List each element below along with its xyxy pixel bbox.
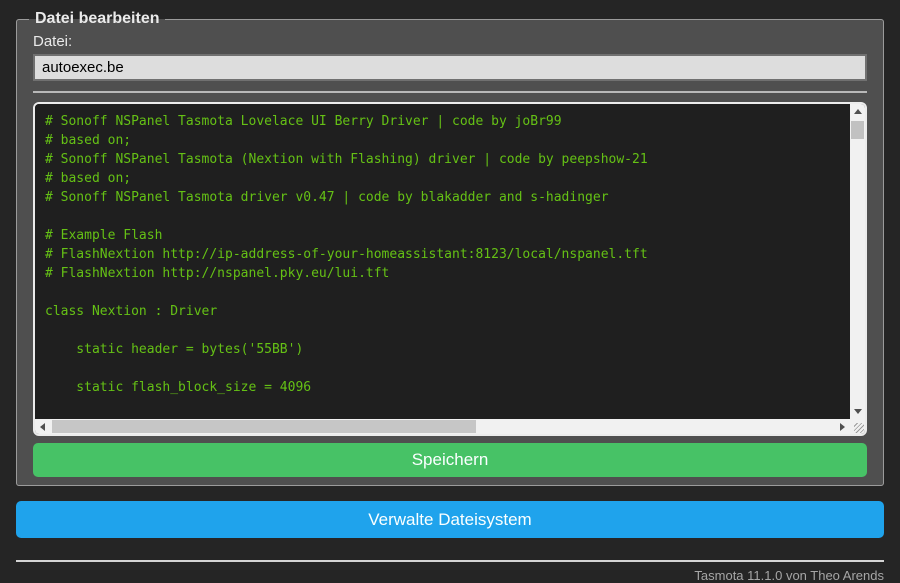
footer-version-text: Tasmota 11.1.0 von Theo Arends bbox=[694, 568, 884, 583]
horizontal-scrollbar[interactable] bbox=[35, 419, 850, 434]
triangle-right-icon bbox=[840, 422, 845, 431]
triangle-up-icon bbox=[853, 109, 862, 114]
scroll-up-arrow-icon[interactable] bbox=[850, 104, 865, 119]
file-edit-fieldset: Datei bearbeiten Datei: # Sonoff NSPanel… bbox=[16, 10, 884, 486]
file-content-textarea[interactable]: # Sonoff NSPanel Tasmota Lovelace UI Ber… bbox=[35, 104, 850, 419]
file-name-label: Datei: bbox=[33, 33, 73, 50]
vertical-scrollbar[interactable] bbox=[850, 104, 865, 419]
resize-grip-icon[interactable] bbox=[854, 423, 864, 433]
footer-divider bbox=[16, 560, 884, 562]
scroll-left-arrow-icon[interactable] bbox=[35, 419, 50, 434]
triangle-down-icon bbox=[853, 409, 862, 414]
scroll-down-arrow-icon[interactable] bbox=[850, 404, 865, 419]
save-button[interactable]: Speichern bbox=[33, 443, 867, 477]
file-name-input[interactable] bbox=[33, 54, 867, 81]
divider bbox=[33, 91, 867, 93]
page: Datei bearbeiten Datei: # Sonoff NSPanel… bbox=[0, 0, 900, 583]
file-editor: # Sonoff NSPanel Tasmota Lovelace UI Ber… bbox=[33, 102, 867, 436]
scroll-right-arrow-icon[interactable] bbox=[835, 419, 850, 434]
triangle-left-icon bbox=[40, 422, 45, 431]
manage-filesystem-button[interactable]: Verwalte Dateisystem bbox=[16, 501, 884, 538]
fieldset-legend: Datei bearbeiten bbox=[35, 10, 160, 27]
vertical-scroll-thumb[interactable] bbox=[851, 121, 864, 139]
scrollbar-corner bbox=[850, 419, 865, 434]
horizontal-scroll-thumb[interactable] bbox=[52, 420, 476, 433]
